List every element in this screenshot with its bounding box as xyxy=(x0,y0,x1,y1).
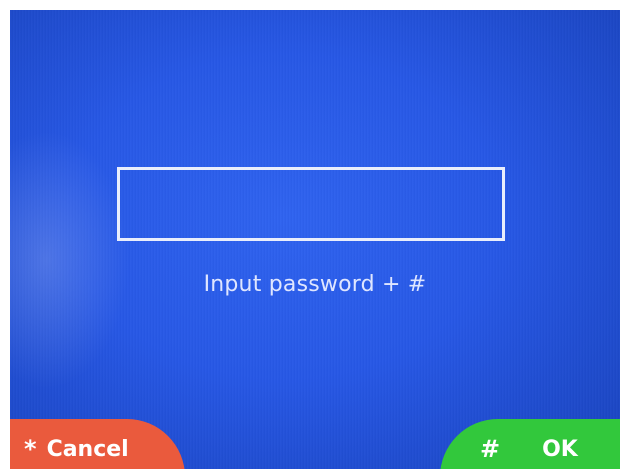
ok-label: OK xyxy=(542,436,578,462)
cancel-button[interactable]: * Cancel xyxy=(10,419,185,469)
cancel-label: Cancel xyxy=(46,436,129,462)
ok-button[interactable]: # OK xyxy=(440,419,620,469)
lcd-screen: Input password + # * Cancel # OK xyxy=(10,10,620,469)
password-prompt: Input password + # xyxy=(203,272,427,297)
hash-icon: # xyxy=(480,435,501,463)
screen-glare xyxy=(10,130,130,390)
password-input[interactable] xyxy=(117,167,505,241)
asterisk-icon: * xyxy=(24,435,37,463)
device-frame: Input password + # * Cancel # OK xyxy=(0,0,623,469)
